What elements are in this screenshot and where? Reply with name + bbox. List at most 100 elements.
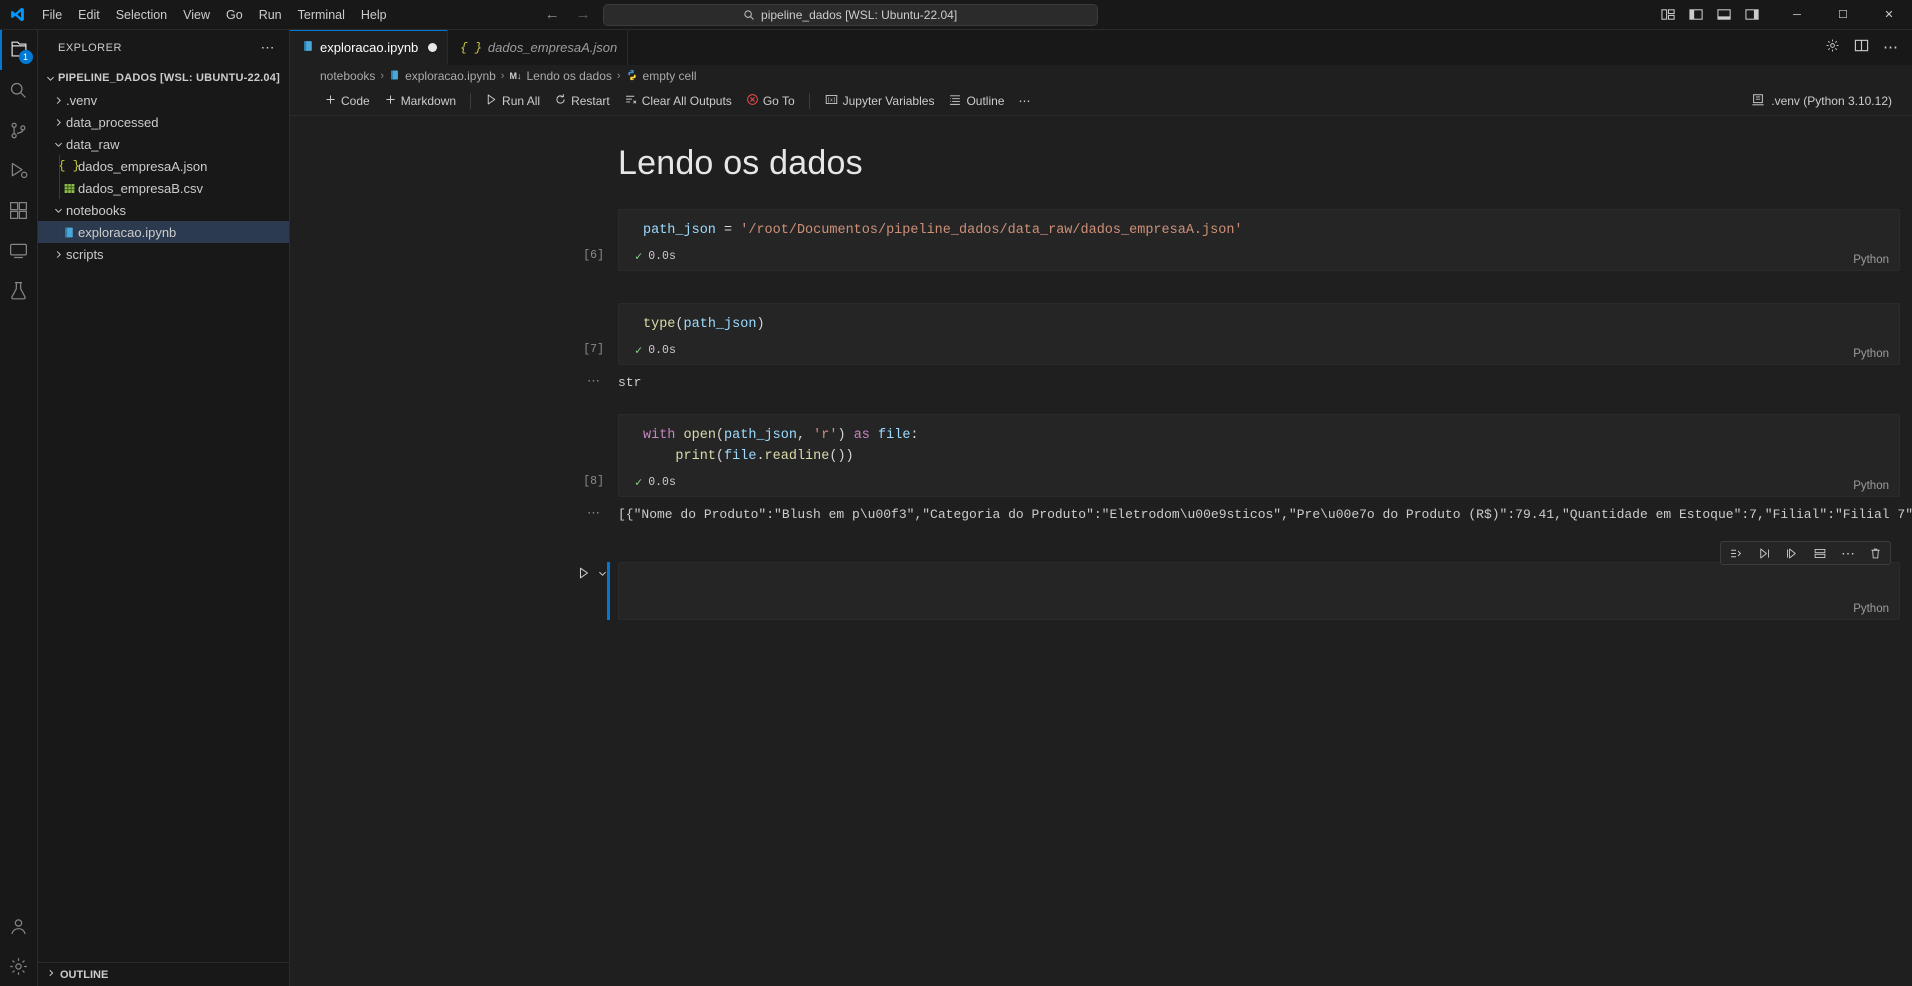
markdown-cell-title[interactable]: Lendo os dados <box>290 144 1912 183</box>
back-arrow-icon[interactable]: ← <box>545 7 560 22</box>
chevron-right-icon: › <box>500 70 505 82</box>
cell-language-label[interactable]: Python <box>1853 254 1889 266</box>
file-tree: PIPELINE_DADOS [WSL: UBUNTU-22.04] .venv… <box>38 65 289 962</box>
customize-layout-icon[interactable] <box>1661 7 1676 22</box>
tree-item-dados-empresaa-json[interactable]: { } dados_empresaA.json <box>38 155 289 177</box>
breadcrumb-exploracao-ipynb[interactable]: exploracao.ipynb <box>389 69 496 84</box>
toggle-primary-sidebar-icon[interactable] <box>1689 7 1704 22</box>
menu-help[interactable]: Help <box>353 0 395 29</box>
maximize-button[interactable]: ☐ <box>1820 0 1866 29</box>
cell-language-label[interactable]: Python <box>1853 603 1889 615</box>
notebook-cell: [7] type(path_json) ✓ 0.0s Python <box>290 303 1912 365</box>
tree-item-data-processed[interactable]: data_processed <box>38 111 289 133</box>
activity-search[interactable] <box>0 70 38 110</box>
outline-button[interactable]: Outline <box>942 90 1010 112</box>
delete-cell-icon[interactable] <box>1869 547 1882 560</box>
cell-language-label[interactable]: Python <box>1853 348 1889 360</box>
tree-item-label: exploracao.ipynb <box>78 224 177 240</box>
tab-dados-empresaa-json[interactable]: { } dados_empresaA.json <box>448 30 629 65</box>
run-above-icon[interactable] <box>1757 547 1771 560</box>
chevron-down-icon[interactable] <box>597 566 608 584</box>
activity-account[interactable] <box>0 906 38 946</box>
minimize-button[interactable]: ─ <box>1774 0 1820 29</box>
run-all-button[interactable]: Run All <box>479 90 546 112</box>
run-below-icon[interactable] <box>1785 547 1799 560</box>
tree-item-exploracao-ipynb[interactable]: exploracao.ipynb <box>38 221 289 243</box>
command-search-bar[interactable]: pipeline_dados [WSL: Ubuntu-22.04] <box>602 3 1098 26</box>
cell-language-label[interactable]: Python <box>1853 480 1889 492</box>
activity-extensions[interactable] <box>0 190 38 230</box>
cell-gutter: [7] <box>290 303 618 365</box>
menu-edit[interactable]: Edit <box>70 0 108 29</box>
cell-body[interactable]: ⋯ Python <box>618 541 1900 620</box>
tree-item-scripts[interactable]: scripts <box>38 243 289 265</box>
chevron-right-icon <box>50 117 66 128</box>
tree-item-venv[interactable]: .venv <box>38 89 289 111</box>
jupyter-variables-button[interactable]: [x] Jupyter Variables <box>818 90 941 112</box>
explorer-more-icon[interactable]: ⋯ <box>261 39 282 56</box>
activity-source-control[interactable] <box>0 110 38 150</box>
restart-kernel-button[interactable]: Restart <box>548 90 616 112</box>
toggle-secondary-sidebar-icon[interactable] <box>1745 7 1760 22</box>
tab-exploracao-ipynb[interactable]: exploracao.ipynb <box>290 30 449 65</box>
tree-item-notebooks[interactable]: notebooks <box>38 199 289 221</box>
cell-body[interactable]: type(path_json) ✓ 0.0s Python <box>618 303 1900 365</box>
menu-view[interactable]: View <box>175 0 218 29</box>
cell-more-icon[interactable]: ⋯ <box>1841 546 1855 560</box>
tree-item-dados-empresab-csv[interactable]: dados_empresaB.csv <box>38 177 289 199</box>
tree-item-label: scripts <box>66 246 104 262</box>
activity-testing[interactable] <box>0 270 38 310</box>
code-editor[interactable]: with open(path_json, 'r') as file: print… <box>619 415 1899 473</box>
settings-gear-icon[interactable] <box>1825 38 1840 58</box>
add-code-cell-button[interactable]: Code <box>318 90 376 112</box>
kernel-selector-button[interactable]: .venv (Python 3.10.12) <box>1745 90 1898 112</box>
activity-explorer[interactable]: 1 <box>0 30 38 70</box>
indent-guide <box>59 177 60 199</box>
chevron-down-icon <box>50 205 66 216</box>
menu-selection[interactable]: Selection <box>108 0 175 29</box>
code-editor[interactable]: type(path_json) <box>619 304 1899 341</box>
code-editor[interactable]: path_json = '/root/Documentos/pipeline_d… <box>619 210 1899 247</box>
tree-item-data-raw[interactable]: data_raw <box>38 133 289 155</box>
plus-icon <box>324 93 337 109</box>
chevron-right-icon <box>50 95 66 106</box>
tab-bar: exploracao.ipynb { } dados_empresaA.json… <box>290 30 1912 65</box>
menu-terminal[interactable]: Terminal <box>290 0 353 29</box>
split-cell-icon[interactable] <box>1813 547 1827 560</box>
split-editor-icon[interactable] <box>1854 38 1869 58</box>
breadcrumb-label: empty cell <box>642 69 697 83</box>
close-button[interactable]: ✕ <box>1866 0 1912 29</box>
breadcrumb: notebooks › exploracao.ipynb › M↓ Lendo … <box>290 65 1912 87</box>
menu-run[interactable]: Run <box>251 0 290 29</box>
cell-body[interactable]: path_json = '/root/Documentos/pipeline_d… <box>618 209 1900 271</box>
activity-run-debug[interactable] <box>0 150 38 190</box>
menu-file[interactable]: File <box>34 0 70 29</box>
menu-go[interactable]: Go <box>218 0 251 29</box>
menu-bar: File Edit Selection View Go Run Terminal… <box>34 0 395 29</box>
success-check-icon: ✓ <box>635 476 643 490</box>
outline-section-header[interactable]: OUTLINE <box>38 962 289 986</box>
output-more-icon[interactable]: ⋯ <box>290 505 618 524</box>
editor-more-icon[interactable]: ⋯ <box>1883 40 1898 55</box>
breadcrumb-empty-cell[interactable]: empty cell <box>626 69 697 84</box>
add-markdown-cell-button[interactable]: Markdown <box>378 90 462 112</box>
activity-remote-explorer[interactable] <box>0 230 38 270</box>
cell-body[interactable]: with open(path_json, 'r') as file: print… <box>618 414 1900 497</box>
forward-arrow-icon[interactable]: → <box>576 7 591 22</box>
tree-item-label: .venv <box>66 92 98 108</box>
tree-item-root[interactable]: PIPELINE_DADOS [WSL: UBUNTU-22.04] <box>38 67 289 89</box>
run-by-line-icon[interactable] <box>1729 547 1743 560</box>
breadcrumb-notebooks[interactable]: notebooks <box>320 69 375 83</box>
dirty-indicator[interactable] <box>428 43 438 52</box>
play-icon <box>485 93 498 109</box>
clear-outputs-label: Clear All Outputs <box>641 94 732 108</box>
clear-all-outputs-button[interactable]: Clear All Outputs <box>618 90 738 112</box>
go-to-button[interactable]: Go To <box>740 90 801 112</box>
toolbar-more-button[interactable]: ⋯ <box>1012 90 1036 112</box>
activity-settings[interactable] <box>0 946 38 986</box>
run-cell-button[interactable] <box>577 566 591 580</box>
output-more-icon[interactable]: ⋯ <box>290 373 618 392</box>
toggle-panel-icon[interactable] <box>1717 7 1732 22</box>
sidebar: EXPLORER ⋯ PIPELINE_DADOS [WSL: UBUNTU-2… <box>38 30 290 986</box>
breadcrumb-lendo-os-dados[interactable]: M↓ Lendo os dados <box>509 69 611 83</box>
